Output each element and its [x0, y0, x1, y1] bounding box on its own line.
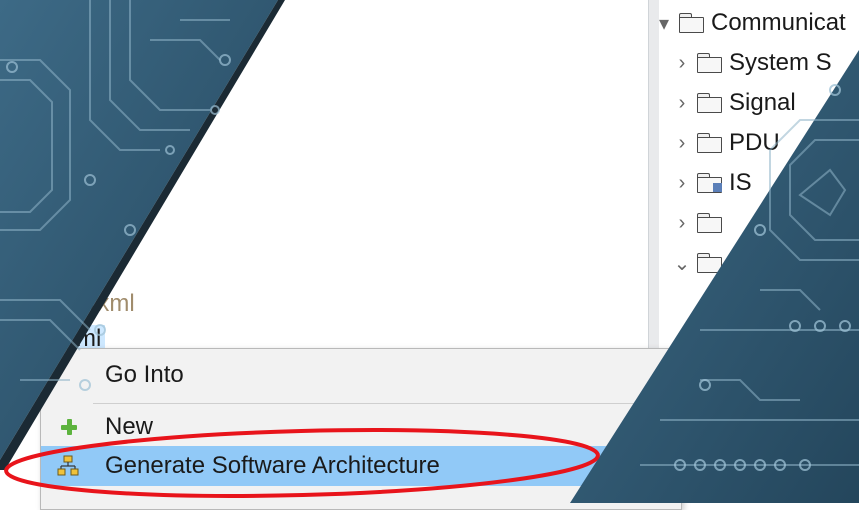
menu-item-label: Generate Software Architecture: [105, 452, 440, 479]
tree-item-label: PDU: [729, 129, 780, 156]
tree-item-is[interactable]: › IS: [671, 163, 752, 203]
chevron-right-icon[interactable]: ›: [671, 132, 693, 155]
menu-item-label: Go Into: [105, 361, 184, 388]
file-item-arxml[interactable]: arxml: [76, 290, 135, 318]
folder-icon: [697, 133, 723, 153]
truncated-text: n): [245, 0, 266, 14]
folder-icon: [697, 53, 723, 73]
tree-item-expanded-folder[interactable]: ⌄: [671, 243, 729, 283]
tree-item-label: IS: [729, 169, 752, 196]
chevron-down-icon[interactable]: ⌄: [671, 251, 693, 276]
chevron-right-icon[interactable]: ›: [671, 212, 693, 235]
folder-icon: [679, 13, 705, 33]
chevron-right-icon[interactable]: ›: [671, 92, 693, 115]
folder-icon: [697, 213, 723, 233]
folder-icon: [697, 253, 723, 273]
folder-icon: [697, 93, 723, 113]
tree-item-signal[interactable]: › Signal: [671, 83, 796, 123]
model-tree: ▾ Communicat › System S › Signal › PDU ›…: [659, 0, 859, 503]
folder-sheet-icon: [697, 173, 723, 193]
tree-item-pdu[interactable]: › PDU: [671, 123, 780, 163]
context-menu: Go Into New Generate Software Architectu…: [40, 348, 682, 510]
menu-item-new[interactable]: New: [41, 407, 681, 447]
plus-icon: [61, 419, 77, 435]
menu-item-generate-software-architecture[interactable]: Generate Software Architecture: [41, 446, 681, 486]
tree-item-communication[interactable]: ▾ Communicat: [653, 3, 846, 43]
chevron-right-icon[interactable]: ›: [671, 172, 693, 195]
tree-item-label: System S: [729, 49, 832, 76]
menu-separator: [93, 403, 671, 404]
menu-item-label: New: [105, 413, 154, 440]
tree-item-folder[interactable]: ›: [671, 203, 729, 243]
architecture-icon: [57, 455, 79, 476]
tree-item-label: Signal: [729, 89, 796, 116]
tree-item-system[interactable]: › System S: [671, 43, 832, 83]
tree-item-label: Communicat: [711, 9, 846, 36]
chevron-down-icon[interactable]: ▾: [653, 11, 675, 36]
menu-item-go-into[interactable]: Go Into: [41, 355, 681, 395]
chevron-right-icon[interactable]: ›: [671, 52, 693, 75]
